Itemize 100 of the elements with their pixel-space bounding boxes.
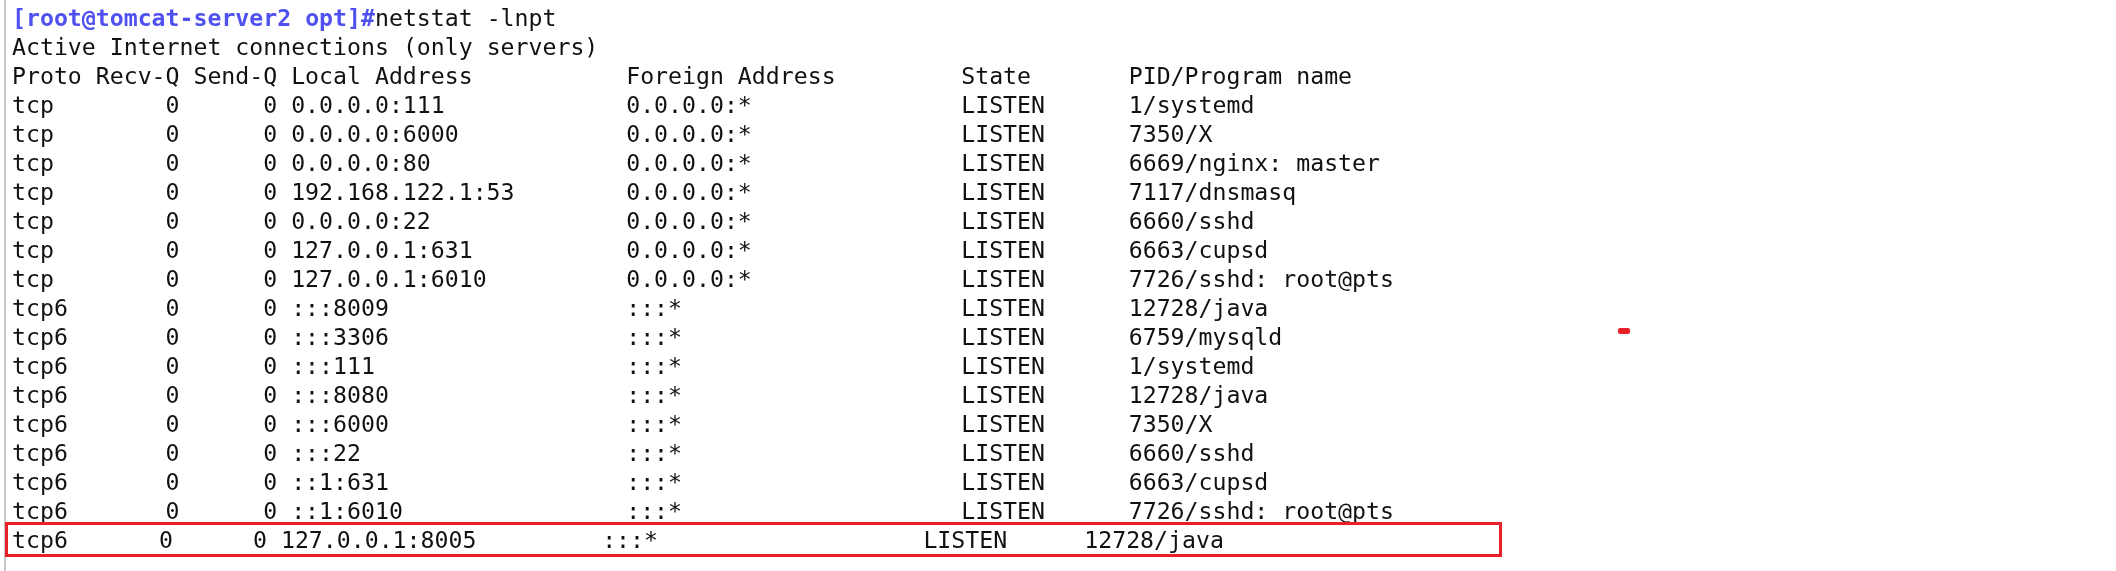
table-cell-text: LISTEN (961, 206, 1046, 235)
table-cell-text: tcp (12, 148, 55, 177)
table-cell-text: :::* (602, 525, 659, 554)
table-cell-text: 0 (164, 380, 180, 409)
table-cell-text: 0.0.0.0:* (626, 119, 753, 148)
table-cell-text: :::* (626, 293, 684, 322)
table-cell-text: 7726/sshd: root@pts (1128, 496, 1395, 525)
table-cell-text: 0.0.0.0:* (626, 264, 753, 293)
table-cell-text: 127.0.0.1:6010 (291, 264, 488, 293)
table-cell-text: 6759/mysqld (1128, 322, 1284, 351)
table-cell-text: tcp (12, 177, 55, 206)
table-cell-text: ::1:6010 (291, 496, 404, 525)
table-cell-text: 6660/sshd (1128, 206, 1256, 235)
table-cell-text: tcp6 (12, 438, 69, 467)
table-cell-text: 0 (262, 293, 278, 322)
table-cell-text: 0 (262, 467, 278, 496)
table-cell-text: :::* (626, 438, 684, 467)
table-cell-text: LISTEN (961, 409, 1046, 438)
table-cell-text: LISTEN (961, 148, 1046, 177)
table-cell-text: 0 (164, 409, 180, 438)
column-header: State (961, 61, 1033, 90)
table-cell-text: :::* (626, 409, 684, 438)
table-cell-text: 12728/java (1084, 525, 1225, 554)
table-cell-text: 0 (262, 351, 278, 380)
table-cell-text: tcp (12, 119, 55, 148)
table-cell-text: LISTEN (961, 322, 1046, 351)
table-cell-text: 127.0.0.1:631 (291, 235, 474, 264)
table-cell-text: tcp6 (12, 351, 69, 380)
table-cell-text: 0 (262, 322, 278, 351)
table-cell-text: tcp6 (12, 380, 69, 409)
table-cell-text: 0.0.0.0:22 (291, 206, 432, 235)
table-cell-text: 0 (164, 177, 180, 206)
table-cell-text: 0 (164, 438, 180, 467)
table-cell-text: 12728/java (1128, 293, 1270, 322)
table-cell-text: LISTEN (961, 438, 1046, 467)
table-cell-text: 0.0.0.0:80 (291, 148, 432, 177)
column-header: Local Address (291, 61, 474, 90)
table-cell-text: ::1:631 (291, 467, 390, 496)
table-cell-text: 0 (164, 90, 180, 119)
table-cell-text: tcp6 (12, 322, 69, 351)
table-cell-text: 0 (164, 206, 180, 235)
table-cell-text: :::8080 (291, 380, 390, 409)
table-cell-text: 0.0.0.0:* (626, 90, 753, 119)
table-cell-text: 0 (157, 525, 173, 554)
table-cell-text: 0 (164, 293, 180, 322)
table-cell-text: :::* (626, 380, 684, 409)
table-cell-text: 0 (262, 206, 278, 235)
table-cell-text: 0.0.0.0:111 (291, 90, 446, 119)
table-cell-text: LISTEN (961, 177, 1046, 206)
table-cell-text: :::* (626, 322, 684, 351)
table-cell-text: LISTEN (961, 496, 1046, 525)
table-cell-text: 0.0.0.0:* (626, 206, 753, 235)
table-cell-text: 0 (262, 380, 278, 409)
column-header: Recv-Q (95, 61, 180, 90)
table-cell-text: 0 (262, 90, 278, 119)
table-cell-text: :::8009 (291, 293, 390, 322)
table-cell-text: 0 (164, 496, 180, 525)
table-cell-text: 1/systemd (1128, 351, 1256, 380)
output-text: Active Internet connections (only servers) (12, 32, 599, 61)
table-cell-text: :::* (626, 351, 684, 380)
table-cell-text: 0 (262, 409, 278, 438)
table-cell-text: tcp6 (12, 525, 69, 554)
table-cell-text: 12728/java (1128, 380, 1270, 409)
table-cell-text: LISTEN (961, 90, 1046, 119)
mark-dash (1618, 328, 1630, 334)
prompt-text: [root@tomcat-server2 opt]# (12, 3, 375, 32)
table-cell-text: LISTEN (961, 264, 1046, 293)
table-cell-text: 0 (164, 351, 180, 380)
table-cell-text: 6669/nginx: master (1128, 148, 1381, 177)
table-cell-text: 0.0.0.0:6000 (291, 119, 460, 148)
table-cell-text: 0 (262, 148, 278, 177)
table-cell-text: 6660/sshd (1128, 438, 1256, 467)
table-cell-text: LISTEN (961, 235, 1046, 264)
column-header: Proto (12, 61, 82, 90)
table-cell-text: 0 (262, 177, 278, 206)
table-cell-text: 0.0.0.0:* (626, 148, 753, 177)
table-cell-text: 0 (262, 119, 278, 148)
table-cell-text: LISTEN (961, 293, 1046, 322)
column-header: Foreign Address (626, 61, 837, 90)
table-cell-text: 7350/X (1128, 409, 1214, 438)
table-cell-text: tcp6 (12, 293, 69, 322)
table-cell-text: tcp6 (12, 409, 69, 438)
column-header: PID/Program name (1128, 61, 1354, 90)
table-cell-text: 6663/cupsd (1128, 467, 1270, 496)
table-cell-text: tcp (12, 235, 55, 264)
table-cell-text: :::22 (291, 438, 362, 467)
table-cell-text: :::* (626, 467, 684, 496)
table-cell-text: tcp (12, 264, 55, 293)
table-cell-text: :::6000 (291, 409, 390, 438)
table-cell-text: LISTEN (923, 525, 1009, 554)
table-cell-text: 0.0.0.0:* (626, 177, 753, 206)
table-cell-text: :::3306 (291, 322, 390, 351)
command-text: netstat -lnpt (374, 3, 557, 32)
table-cell-text: 0 (262, 438, 278, 467)
table-cell-text: 0 (262, 264, 278, 293)
table-cell-text: tcp6 (12, 496, 69, 525)
table-cell-text: 0 (164, 322, 180, 351)
table-cell-text: tcp (12, 90, 55, 119)
table-cell-text: 7117/dnsmasq (1128, 177, 1298, 206)
table-cell-text: tcp6 (12, 467, 69, 496)
